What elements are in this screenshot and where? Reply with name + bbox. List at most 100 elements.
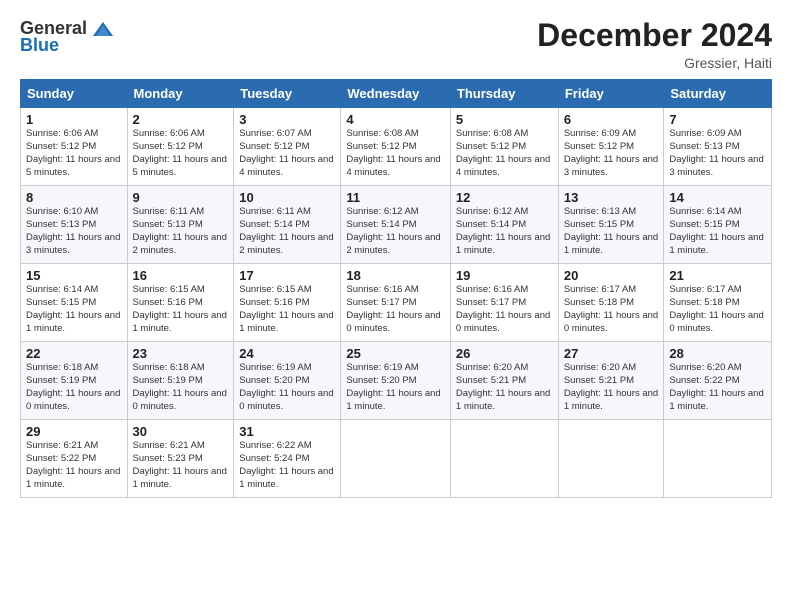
day-info: Sunrise: 6:15 AMSunset: 5:16 PMDaylight:… [239,284,333,333]
day-number: 28 [669,346,766,361]
day-cell: 19Sunrise: 6:16 AMSunset: 5:17 PMDayligh… [450,264,558,342]
day-number: 6 [564,112,659,127]
day-number: 29 [26,424,122,439]
day-cell: 4Sunrise: 6:08 AMSunset: 5:12 PMDaylight… [341,108,451,186]
day-cell: 8Sunrise: 6:10 AMSunset: 5:13 PMDaylight… [21,186,128,264]
day-info: Sunrise: 6:18 AMSunset: 5:19 PMDaylight:… [26,362,120,411]
day-info: Sunrise: 6:16 AMSunset: 5:17 PMDaylight:… [346,284,440,333]
day-cell: 21Sunrise: 6:17 AMSunset: 5:18 PMDayligh… [664,264,772,342]
day-cell: 30Sunrise: 6:21 AMSunset: 5:23 PMDayligh… [127,420,234,498]
day-cell: 20Sunrise: 6:17 AMSunset: 5:18 PMDayligh… [558,264,664,342]
col-header-thursday: Thursday [450,80,558,108]
day-number: 17 [239,268,335,283]
day-cell: 2Sunrise: 6:06 AMSunset: 5:12 PMDaylight… [127,108,234,186]
day-info: Sunrise: 6:21 AMSunset: 5:22 PMDaylight:… [26,440,120,489]
day-number: 20 [564,268,659,283]
day-info: Sunrise: 6:14 AMSunset: 5:15 PMDaylight:… [26,284,120,333]
day-info: Sunrise: 6:06 AMSunset: 5:12 PMDaylight:… [26,128,120,177]
day-number: 9 [133,190,229,205]
day-cell: 18Sunrise: 6:16 AMSunset: 5:17 PMDayligh… [341,264,451,342]
day-number: 24 [239,346,335,361]
day-info: Sunrise: 6:20 AMSunset: 5:21 PMDaylight:… [456,362,550,411]
day-info: Sunrise: 6:12 AMSunset: 5:14 PMDaylight:… [456,206,550,255]
day-info: Sunrise: 6:09 AMSunset: 5:12 PMDaylight:… [564,128,658,177]
day-number: 18 [346,268,445,283]
header: General Blue December 2024 Gressier, Hai… [20,18,772,71]
day-cell: 7Sunrise: 6:09 AMSunset: 5:13 PMDaylight… [664,108,772,186]
day-number: 15 [26,268,122,283]
day-info: Sunrise: 6:15 AMSunset: 5:16 PMDaylight:… [133,284,227,333]
week-row-2: 8Sunrise: 6:10 AMSunset: 5:13 PMDaylight… [21,186,772,264]
col-header-friday: Friday [558,80,664,108]
day-cell: 11Sunrise: 6:12 AMSunset: 5:14 PMDayligh… [341,186,451,264]
week-row-4: 22Sunrise: 6:18 AMSunset: 5:19 PMDayligh… [21,342,772,420]
day-info: Sunrise: 6:19 AMSunset: 5:20 PMDaylight:… [239,362,333,411]
logo-blue: Blue [20,35,59,56]
day-cell [341,420,451,498]
day-cell: 5Sunrise: 6:08 AMSunset: 5:12 PMDaylight… [450,108,558,186]
day-number: 30 [133,424,229,439]
day-info: Sunrise: 6:13 AMSunset: 5:15 PMDaylight:… [564,206,658,255]
logo-icon [91,20,115,38]
day-info: Sunrise: 6:12 AMSunset: 5:14 PMDaylight:… [346,206,440,255]
day-cell [558,420,664,498]
day-number: 3 [239,112,335,127]
day-cell [664,420,772,498]
day-cell: 1Sunrise: 6:06 AMSunset: 5:12 PMDaylight… [21,108,128,186]
day-number: 25 [346,346,445,361]
day-number: 4 [346,112,445,127]
day-number: 19 [456,268,553,283]
logo: General Blue [20,18,115,56]
col-header-tuesday: Tuesday [234,80,341,108]
day-number: 12 [456,190,553,205]
month-title: December 2024 [537,18,772,53]
day-number: 16 [133,268,229,283]
day-info: Sunrise: 6:14 AMSunset: 5:15 PMDaylight:… [669,206,763,255]
day-cell: 28Sunrise: 6:20 AMSunset: 5:22 PMDayligh… [664,342,772,420]
calendar: SundayMondayTuesdayWednesdayThursdayFrid… [20,79,772,498]
day-info: Sunrise: 6:17 AMSunset: 5:18 PMDaylight:… [669,284,763,333]
day-number: 7 [669,112,766,127]
day-cell: 12Sunrise: 6:12 AMSunset: 5:14 PMDayligh… [450,186,558,264]
day-number: 31 [239,424,335,439]
col-header-sunday: Sunday [21,80,128,108]
day-cell [450,420,558,498]
day-number: 10 [239,190,335,205]
day-cell: 27Sunrise: 6:20 AMSunset: 5:21 PMDayligh… [558,342,664,420]
day-info: Sunrise: 6:20 AMSunset: 5:22 PMDaylight:… [669,362,763,411]
header-row: SundayMondayTuesdayWednesdayThursdayFrid… [21,80,772,108]
day-info: Sunrise: 6:09 AMSunset: 5:13 PMDaylight:… [669,128,763,177]
day-info: Sunrise: 6:08 AMSunset: 5:12 PMDaylight:… [346,128,440,177]
day-cell: 31Sunrise: 6:22 AMSunset: 5:24 PMDayligh… [234,420,341,498]
day-number: 14 [669,190,766,205]
day-info: Sunrise: 6:17 AMSunset: 5:18 PMDaylight:… [564,284,658,333]
day-info: Sunrise: 6:16 AMSunset: 5:17 PMDaylight:… [456,284,550,333]
day-cell: 22Sunrise: 6:18 AMSunset: 5:19 PMDayligh… [21,342,128,420]
location: Gressier, Haiti [537,55,772,71]
day-info: Sunrise: 6:08 AMSunset: 5:12 PMDaylight:… [456,128,550,177]
title-area: December 2024 Gressier, Haiti [537,18,772,71]
day-number: 11 [346,190,445,205]
day-info: Sunrise: 6:18 AMSunset: 5:19 PMDaylight:… [133,362,227,411]
day-cell: 16Sunrise: 6:15 AMSunset: 5:16 PMDayligh… [127,264,234,342]
day-number: 2 [133,112,229,127]
day-cell: 14Sunrise: 6:14 AMSunset: 5:15 PMDayligh… [664,186,772,264]
week-row-5: 29Sunrise: 6:21 AMSunset: 5:22 PMDayligh… [21,420,772,498]
day-info: Sunrise: 6:19 AMSunset: 5:20 PMDaylight:… [346,362,440,411]
day-cell: 3Sunrise: 6:07 AMSunset: 5:12 PMDaylight… [234,108,341,186]
col-header-wednesday: Wednesday [341,80,451,108]
day-number: 1 [26,112,122,127]
day-info: Sunrise: 6:06 AMSunset: 5:12 PMDaylight:… [133,128,227,177]
day-number: 13 [564,190,659,205]
day-number: 22 [26,346,122,361]
day-info: Sunrise: 6:21 AMSunset: 5:23 PMDaylight:… [133,440,227,489]
day-cell: 17Sunrise: 6:15 AMSunset: 5:16 PMDayligh… [234,264,341,342]
day-info: Sunrise: 6:20 AMSunset: 5:21 PMDaylight:… [564,362,658,411]
day-cell: 25Sunrise: 6:19 AMSunset: 5:20 PMDayligh… [341,342,451,420]
day-cell: 6Sunrise: 6:09 AMSunset: 5:12 PMDaylight… [558,108,664,186]
day-info: Sunrise: 6:10 AMSunset: 5:13 PMDaylight:… [26,206,120,255]
day-cell: 15Sunrise: 6:14 AMSunset: 5:15 PMDayligh… [21,264,128,342]
day-cell: 26Sunrise: 6:20 AMSunset: 5:21 PMDayligh… [450,342,558,420]
day-cell: 29Sunrise: 6:21 AMSunset: 5:22 PMDayligh… [21,420,128,498]
day-info: Sunrise: 6:22 AMSunset: 5:24 PMDaylight:… [239,440,333,489]
